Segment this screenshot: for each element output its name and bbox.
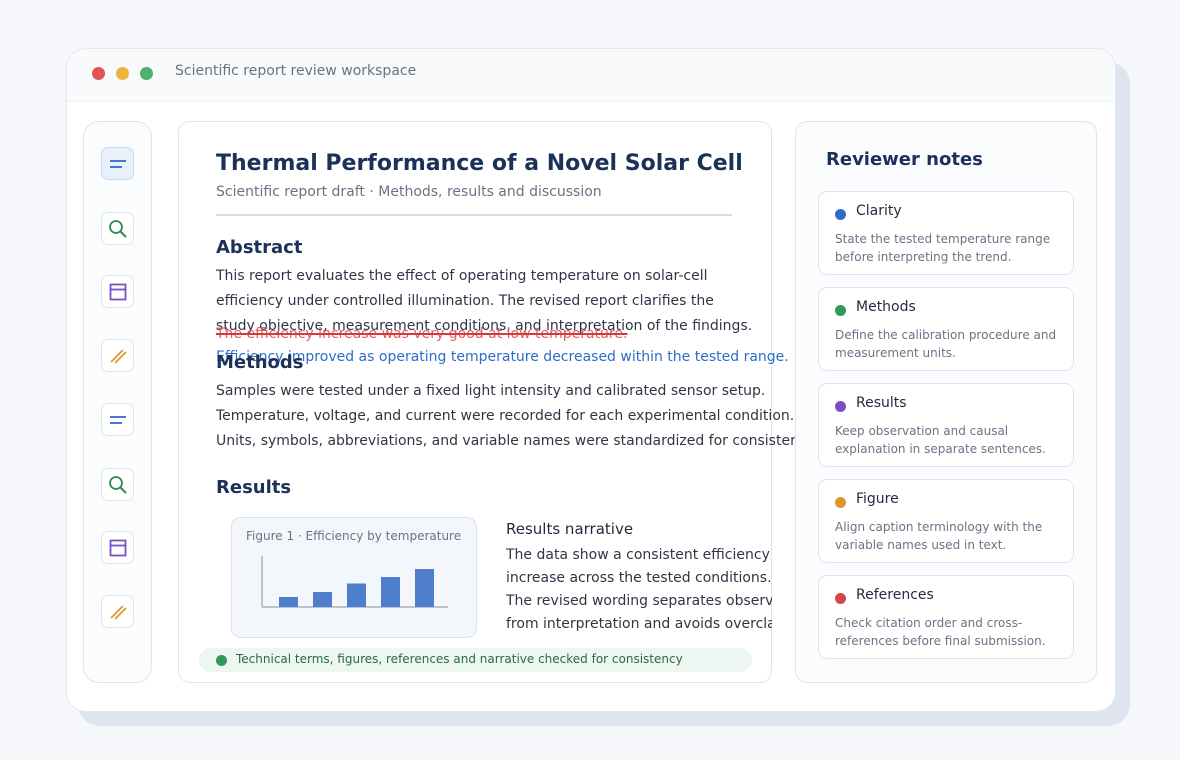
methods-line: Units, symbols, abbreviations, and varia… [216,433,818,449]
note-dot [835,209,846,220]
document-title: Thermal Performance of a Novel Solar Cel… [216,151,743,176]
note-title: Clarity [856,203,902,219]
note-title: References [856,587,934,603]
document-subtitle: Scientific report draft · Methods, resul… [216,184,602,200]
abstract-line: This report evaluates the effect of oper… [216,268,708,284]
note-text: Keep observation and causal explanation … [835,422,1067,458]
methods-heading: Methods [216,352,304,373]
results-narrative-text[interactable]: The data show a consistent efficiency in… [506,544,772,636]
note-title: Results [856,395,907,411]
chart-bar-2 [313,592,332,607]
reviewer-notes-panel: Reviewer notes Clarity State the tested … [795,121,1097,683]
chart-bar-5 [415,569,434,607]
window-title: Scientific report review workspace [175,63,417,79]
note-line: Align caption terminology with the [835,520,1043,534]
note-line: Keep observation and causal [835,424,1009,438]
status-text: Technical terms, figures, references and… [236,652,683,666]
minimize-window-button[interactable] [116,67,129,80]
pen-icon [110,349,127,364]
note-line: Define the calibration procedure and [835,328,1057,342]
app-window: Scientific report review workspace Therm… [66,48,1116,712]
results-narrative-title: Results narrative [506,520,634,538]
note-dot [835,305,846,316]
status-dot [216,655,227,666]
abstract-line: efficiency under controlled illumination… [216,293,714,309]
search-tool-button[interactable] [101,212,134,245]
annotate-tool-button-2[interactable] [101,595,134,628]
note-dot [835,593,846,604]
note-line: measurement units. [835,346,956,360]
figure-1[interactable]: Figure 1 · Efficiency by temperature [231,517,477,638]
note-line: State the tested temperature range [835,232,1051,246]
note-text: State the tested temperature range befor… [835,230,1067,266]
note-card-results[interactable]: Results Keep observation and causal expl… [818,383,1074,467]
chart-bar-4 [381,577,400,607]
abstract-heading: Abstract [216,237,303,258]
narrative-line: from interpretation and avoids overclaim… [506,616,772,632]
note-dot [835,497,846,508]
close-window-button[interactable] [92,67,105,80]
note-card-clarity[interactable]: Clarity State the tested temperature ran… [818,191,1074,275]
notes-title: Reviewer notes [826,149,983,170]
narrative-line: The revised wording separates observatio… [506,593,772,609]
outline-tool-button-2[interactable] [101,403,134,436]
lines-icon [110,160,126,168]
chart-bars [279,569,434,607]
maximize-window-button[interactable] [140,67,153,80]
layout-tool-button-2[interactable] [101,531,134,564]
note-text: Align caption terminology with the varia… [835,518,1067,554]
pen-icon [110,605,127,620]
note-dot [835,401,846,412]
note-card-figure[interactable]: Figure Align caption terminology with th… [818,479,1074,563]
methods-line: Temperature, voltage, and current were r… [216,408,795,424]
title-bar: Scientific report review workspace [67,49,1115,102]
chart-bar-3 [347,583,366,607]
layout-tool-button[interactable] [101,275,134,308]
panel-icon [109,283,127,301]
search-tool-button-2[interactable] [101,468,134,501]
chart-bar-1 [279,597,298,607]
note-text: Check citation order and cross- referenc… [835,614,1067,650]
panel-icon [109,539,127,557]
tool-rail [83,121,152,683]
consistency-status: Technical terms, figures, references and… [199,648,752,672]
note-line: variable names used in text. [835,538,1007,552]
lines-icon [110,416,126,424]
note-line: before interpreting the trend. [835,250,1012,264]
search-icon [109,476,127,494]
note-card-methods[interactable]: Methods Define the calibration procedure… [818,287,1074,371]
note-card-references[interactable]: References Check citation order and cros… [818,575,1074,659]
results-heading: Results [216,477,292,498]
methods-text[interactable]: Samples were tested under a fixed light … [216,379,817,454]
annotate-tool-button[interactable] [101,339,134,372]
title-divider [216,214,732,216]
note-line: explanation in separate sentences. [835,442,1046,456]
note-line: references before final submission. [835,634,1046,648]
document-page: Thermal Performance of a Novel Solar Cel… [178,121,817,683]
outline-tool-button[interactable] [101,147,134,180]
efficiency-bar-chart [261,556,448,608]
note-text: Define the calibration procedure and mea… [835,326,1067,362]
deleted-suggestion[interactable]: The efficiency increase was very good at… [216,326,627,342]
narrative-line: The data show a consistent efficiency [506,547,770,563]
search-icon [109,220,127,238]
note-title: Methods [856,299,916,315]
narrative-line: increase across the tested conditions. [506,570,772,586]
note-title: Figure [856,491,899,507]
methods-line: Samples were tested under a fixed light … [216,383,766,399]
note-line: Check citation order and cross- [835,616,1023,630]
